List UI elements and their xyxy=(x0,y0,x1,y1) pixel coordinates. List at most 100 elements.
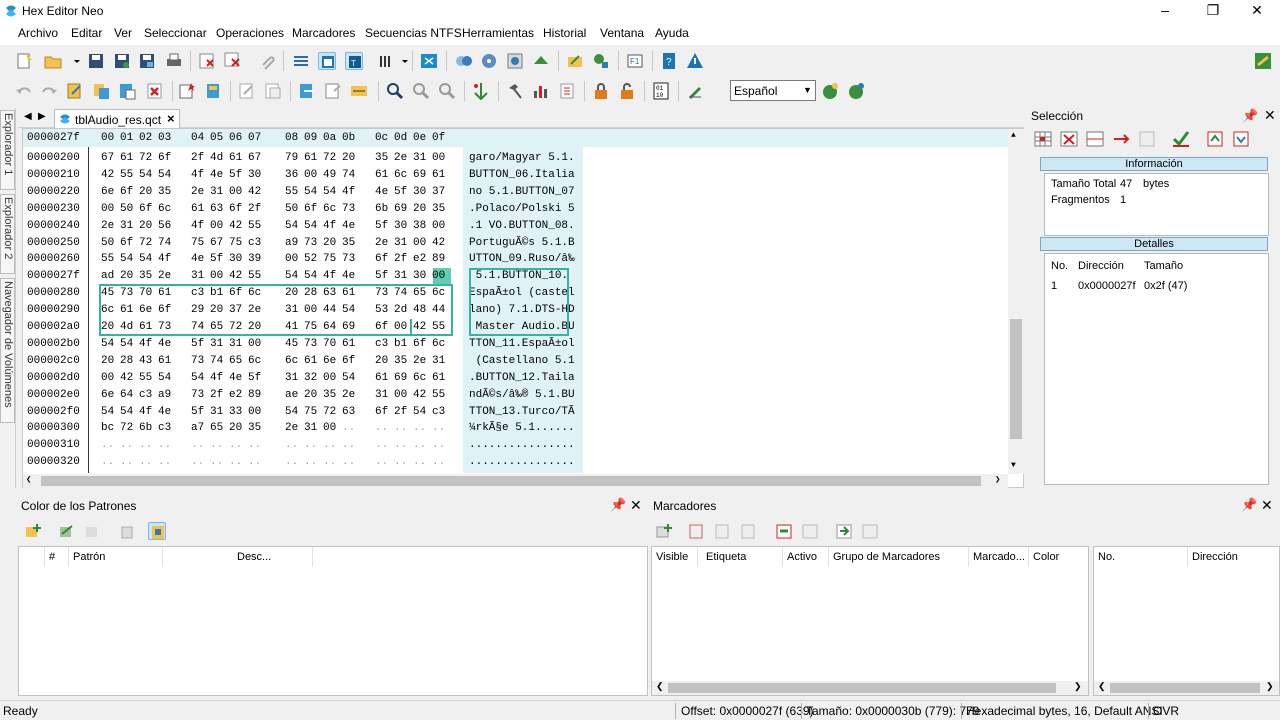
undo-icon[interactable] xyxy=(15,82,33,100)
hex-byte[interactable]: c3 xyxy=(191,287,204,299)
close-all-icon[interactable] xyxy=(224,52,242,70)
analyze-icon[interactable] xyxy=(592,52,610,70)
hex-byte[interactable]: 6e xyxy=(101,389,114,401)
hex-row-text[interactable]: .Polaco/Polski 5 xyxy=(469,203,575,215)
hex-byte[interactable]: 2e xyxy=(248,304,261,316)
hex-byte[interactable]: 00 xyxy=(323,372,336,384)
hex-byte[interactable]: 2e xyxy=(375,237,388,249)
hex-byte[interactable]: 72 xyxy=(323,152,336,164)
panel-close-icon[interactable]: ✕ xyxy=(1261,497,1273,514)
hex-byte[interactable]: 55 xyxy=(248,270,261,282)
hex-byte[interactable]: a9 xyxy=(285,237,298,249)
hex-byte[interactable]: 38 xyxy=(413,220,426,232)
hex-row-text[interactable]: ­ 5.1.BUTTON_10. xyxy=(469,270,568,282)
hex-byte[interactable]: 00 xyxy=(394,321,407,333)
hex-byte[interactable]: 20 xyxy=(101,355,114,367)
hex-byte[interactable]: 6f xyxy=(139,203,152,215)
hex-byte[interactable]: .. xyxy=(413,439,426,451)
hex-byte[interactable]: 6e xyxy=(139,304,152,316)
menu-historial[interactable]: Historial xyxy=(543,26,586,40)
tab-scroll-left-icon[interactable]: ◀ xyxy=(24,111,32,122)
pattern-remove-icon[interactable] xyxy=(84,522,102,540)
hex-byte[interactable]: .. xyxy=(323,439,336,451)
hex-byte[interactable]: 54 xyxy=(413,406,426,418)
hex-byte[interactable]: 44 xyxy=(323,304,336,316)
hex-byte[interactable]: 20 xyxy=(375,355,388,367)
hex-byte[interactable]: 4d xyxy=(210,152,223,164)
hex-byte[interactable]: 2e xyxy=(191,186,204,198)
menu-herramientas[interactable]: Herramientas xyxy=(462,26,534,40)
hex-byte[interactable]: 64 xyxy=(323,321,336,333)
bookmark-prev-icon[interactable] xyxy=(713,522,731,540)
hex-byte[interactable]: 20 xyxy=(323,237,336,249)
language-settings-icon[interactable] xyxy=(847,82,865,100)
hex-row-text[interactable]: (Castellano 5.1 xyxy=(469,355,575,367)
hex-row-text[interactable]: lano) 7.1.DTS-HD xyxy=(469,304,575,316)
open-file-icon[interactable] xyxy=(44,52,62,70)
hex-byte[interactable]: 61 xyxy=(139,321,152,333)
hex-row-text[interactable]: .1 VO.BUTTON_08. xyxy=(469,220,575,232)
hex-byte[interactable]: b1 xyxy=(394,338,407,350)
find-icon[interactable] xyxy=(386,82,404,100)
hex-row[interactable]: 000002b0 54 54 4f 4e 5f 31 31 00 45 73 70 61 c3 b1 6f 6c… xyxy=(23,336,1008,352)
hex-row[interactable]: 0000027f ad 20 35 2e 31 00 42 55 54 54 4f 4e 5f 31 30 00… xyxy=(23,268,1008,284)
hex-byte[interactable]: 00 xyxy=(285,253,298,265)
horizontal-scroll-thumb[interactable] xyxy=(41,476,981,486)
hex-byte[interactable]: 4e xyxy=(229,372,242,384)
find-next-icon[interactable] xyxy=(412,82,430,100)
hex-byte[interactable]: 6c xyxy=(101,304,114,316)
hex-byte[interactable]: 61 xyxy=(342,287,355,299)
hex-byte[interactable]: 2e xyxy=(101,220,114,232)
hex-byte[interactable]: 42 xyxy=(229,220,242,232)
hex-byte[interactable]: 20 xyxy=(285,287,298,299)
hex-byte[interactable]: .. xyxy=(304,456,317,468)
hex-row-text[interactable]: ................ xyxy=(469,439,575,451)
hex-byte[interactable]: 00 xyxy=(101,203,114,215)
hex-byte[interactable]: a7 xyxy=(191,422,204,434)
hex-byte[interactable]: 35 xyxy=(323,389,336,401)
save-icon[interactable] xyxy=(87,52,105,70)
hex-byte[interactable]: 28 xyxy=(304,287,317,299)
hex-byte[interactable]: 31 xyxy=(210,186,223,198)
selection-save-icon[interactable] xyxy=(1232,130,1250,148)
hex-byte[interactable]: 6c xyxy=(432,338,445,350)
hex-byte[interactable]: 54 xyxy=(342,372,355,384)
process-icon[interactable] xyxy=(506,52,524,70)
hex-byte[interactable]: 63 xyxy=(210,203,223,215)
hex-byte[interactable]: .. xyxy=(158,439,171,451)
compare-icon[interactable] xyxy=(455,52,473,70)
hex-byte[interactable]: 42 xyxy=(432,237,445,249)
hex-byte[interactable]: e2 xyxy=(229,389,242,401)
hex-byte[interactable]: 61 xyxy=(375,169,388,181)
pin-icon[interactable]: 📌 xyxy=(610,497,626,513)
hex-row[interactable]: 00000200 67 61 72 6f 2f 4d 61 67 79 61 72 20 35 2e 31 00… xyxy=(23,150,1008,166)
hex-byte[interactable]: .. xyxy=(101,456,114,468)
selection-invert-icon[interactable] xyxy=(1138,130,1156,148)
hex-byte[interactable]: 69 xyxy=(394,203,407,215)
hex-byte[interactable]: 2e xyxy=(285,422,298,434)
hex-byte[interactable]: 4f xyxy=(191,220,204,232)
hex-row[interactable]: 00000260 55 54 54 4f 4e 5f 30 39 00 52 75 73 6f 2f e2 89… xyxy=(23,251,1008,267)
hex-byte[interactable]: 73 xyxy=(304,237,317,249)
hex-byte[interactable]: 61 xyxy=(229,152,242,164)
bookmark-group-remove-icon[interactable] xyxy=(801,522,819,540)
insert-icon[interactable] xyxy=(178,82,196,100)
hex-byte[interactable]: 72 xyxy=(139,152,152,164)
scroll-left-icon[interactable]: ❮ xyxy=(656,681,664,692)
hex-view-icon[interactable] xyxy=(318,52,336,70)
hex-row[interactable]: 00000320................................… xyxy=(23,454,1008,470)
hex-byte[interactable]: 00 xyxy=(210,270,223,282)
hex-byte[interactable]: .. xyxy=(394,439,407,451)
scroll-down-icon[interactable]: ▼ xyxy=(1011,461,1016,470)
hex-byte[interactable]: ad xyxy=(101,270,114,282)
hex-row[interactable]: 00000300 bc 72 6b c3 a7 65 20 35 2e 31 00..........… xyxy=(23,420,1008,436)
hex-row[interactable]: 000002c0 20 28 43 61 73 74 65 6c 6c 61 6e 6f 20 35 2e 31… xyxy=(23,353,1008,369)
hex-byte[interactable]: .. xyxy=(248,439,261,451)
hex-byte[interactable]: 4f xyxy=(323,220,336,232)
hex-byte[interactable]: 72 xyxy=(139,237,152,249)
hex-byte[interactable]: 55 xyxy=(101,253,114,265)
hex-byte[interactable]: 63 xyxy=(342,406,355,418)
hex-byte[interactable]: 31 xyxy=(394,270,407,282)
hex-byte[interactable]: .. xyxy=(229,439,242,451)
hex-byte[interactable]: 2f xyxy=(191,152,204,164)
